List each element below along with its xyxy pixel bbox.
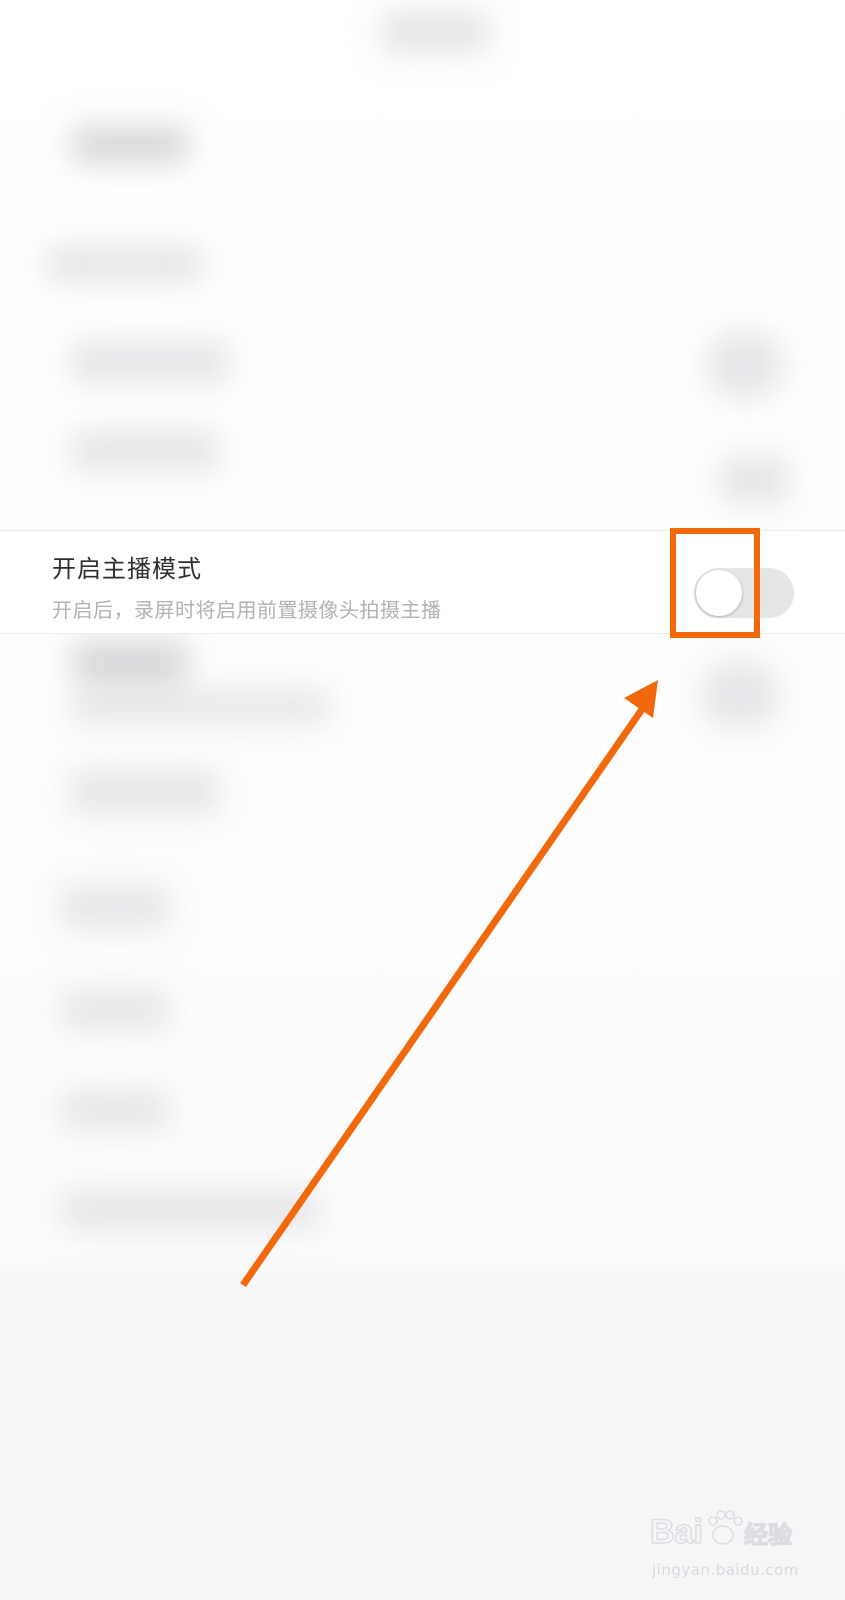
setting-title: 开启主播模式 (52, 555, 202, 583)
blurred-settings-background (0, 0, 845, 1600)
setting-description: 开启后，录屏时将启用前置摄像头拍摄主播 (52, 598, 442, 622)
baidu-jingyan-watermark: Bai 经验 jingyan.baidu.com (650, 1505, 810, 1590)
svg-text:经验: 经验 (744, 1521, 792, 1549)
baidu-paw-logo-icon: Bai 经验 (650, 1510, 793, 1552)
svg-text:Bai: Bai (650, 1513, 703, 1551)
paw-icon (708, 1510, 743, 1545)
watermark-url: jingyan.baidu.com (652, 1561, 799, 1579)
screen: 开启主播模式 开启后，录屏时将启用前置摄像头拍摄主播 Bai 经验 jingya… (0, 0, 845, 1600)
arrow-head (624, 680, 658, 718)
arrow-shaft (240, 703, 648, 1287)
arrow-annotation-icon (240, 680, 658, 1287)
annotation-highlight-box (670, 528, 760, 638)
